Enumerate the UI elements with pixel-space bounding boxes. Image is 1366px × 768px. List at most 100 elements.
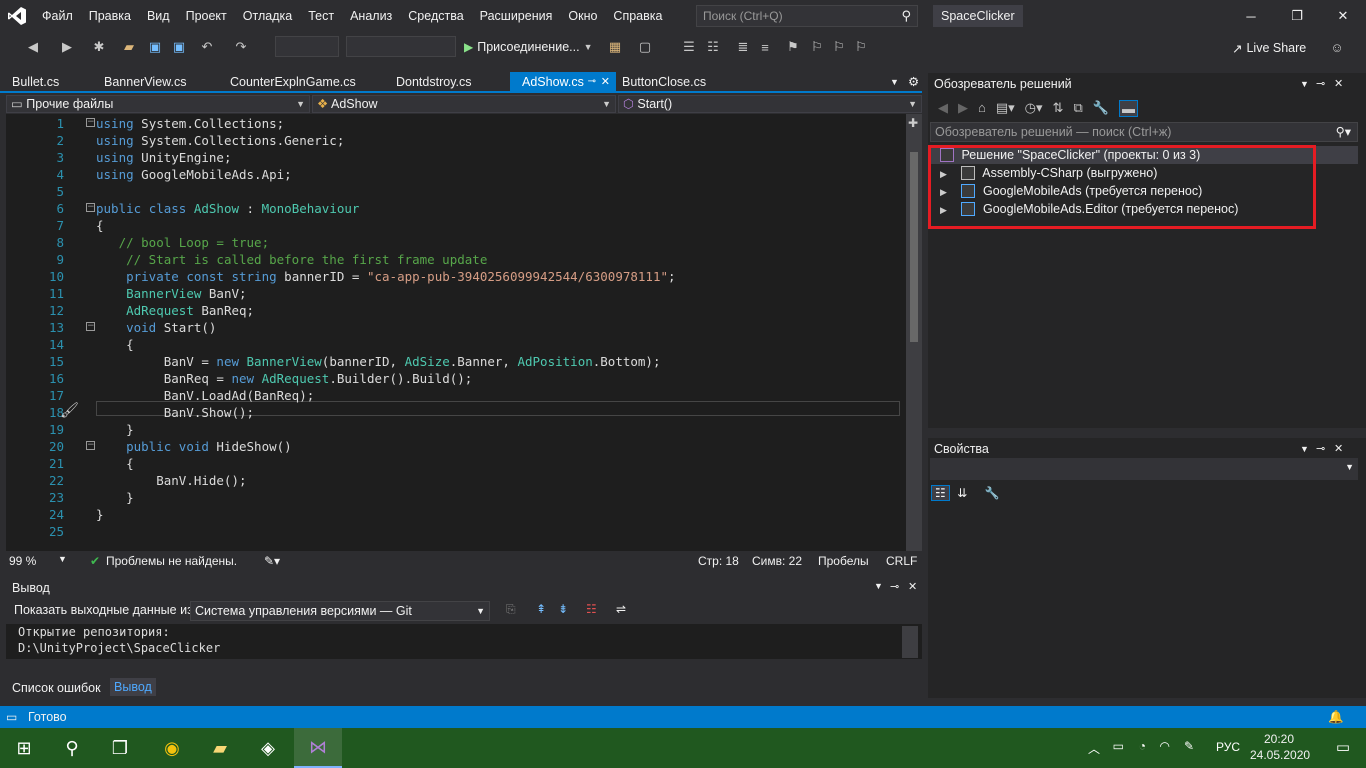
- visual-studio-logo-icon[interactable]: [0, 0, 34, 32]
- code-line[interactable]: 7{: [6, 217, 906, 234]
- code-line[interactable]: 8 // bool Loop = true;: [6, 234, 906, 251]
- file-explorer-icon[interactable]: ▰: [196, 728, 244, 768]
- code-line[interactable]: 22 BanV.Hide();: [6, 472, 906, 489]
- feedback-icon[interactable]: ☺: [1328, 38, 1346, 56]
- screenshot-icon[interactable]: ▢: [636, 38, 654, 56]
- open-folder-icon[interactable]: ▰: [120, 38, 138, 56]
- code-line[interactable]: 25: [6, 523, 906, 540]
- pin-icon[interactable]: ⊸: [588, 72, 596, 92]
- code-line[interactable]: 23 }: [6, 489, 906, 506]
- output-scrollbar[interactable]: [902, 626, 918, 658]
- platform-combo[interactable]: [346, 36, 456, 57]
- clear-all-icon[interactable]: ☷: [586, 602, 597, 616]
- menu-analyze[interactable]: Анализ: [342, 0, 400, 32]
- forward-icon[interactable]: ▶: [958, 100, 968, 117]
- task-view-icon[interactable]: ❐: [96, 728, 144, 768]
- split-icon[interactable]: ✚: [908, 116, 918, 130]
- minimize-icon[interactable]: ─: [1228, 0, 1274, 32]
- pending-changes-icon[interactable]: ◷▾: [1025, 100, 1043, 117]
- attach-button[interactable]: ▶ Присоединение... ▼: [464, 37, 592, 57]
- menu-window[interactable]: Окно: [560, 0, 605, 32]
- prev-bookmark-icon[interactable]: ⚐: [808, 38, 826, 56]
- code-line[interactable]: 24}: [6, 506, 906, 523]
- fold-toggle-icon[interactable]: −: [86, 118, 95, 127]
- bookmark-icon[interactable]: ⚑: [784, 38, 802, 56]
- quick-actions-brush-icon[interactable]: 🖌: [60, 401, 79, 419]
- back-icon[interactable]: ◀: [938, 100, 948, 117]
- next-message-icon[interactable]: ⇟: [558, 602, 568, 616]
- tab-counterexplngame[interactable]: CounterExplnGame.cs: [218, 72, 384, 92]
- menu-debug[interactable]: Отладка: [235, 0, 300, 32]
- code-line[interactable]: 15 BanV = new BannerView(bannerID, AdSiz…: [6, 353, 906, 370]
- fold-toggle-icon[interactable]: −: [86, 203, 95, 212]
- whitespace-mode[interactable]: Пробелы: [818, 554, 869, 568]
- redo-icon[interactable]: ↷: [232, 38, 250, 56]
- fold-toggle-icon[interactable]: −: [86, 441, 95, 450]
- line-endings[interactable]: CRLF: [886, 554, 917, 568]
- tab-bullet[interactable]: Bullet.cs: [0, 72, 92, 92]
- wifi-icon[interactable]: ◠: [1160, 739, 1170, 753]
- indent-icon[interactable]: ☰: [680, 38, 698, 56]
- toolbox-icon[interactable]: ▦: [606, 38, 624, 56]
- code-line[interactable]: 4 using GoogleMobileAds.Api;: [6, 166, 906, 183]
- code-line[interactable]: 12 AdRequest BanReq;: [6, 302, 906, 319]
- language-indicator[interactable]: РУС: [1216, 740, 1240, 754]
- close-icon[interactable]: ✕: [908, 580, 917, 593]
- collapse-all-icon[interactable]: ⧉: [1073, 100, 1082, 117]
- properties-object-select[interactable]: ▼: [930, 458, 1358, 480]
- code-line[interactable]: 19 }: [6, 421, 906, 438]
- tab-dontdstroy[interactable]: Dontdstroy.cs: [384, 72, 510, 92]
- pin-icon[interactable]: ⊸: [1316, 442, 1325, 455]
- find-message-icon[interactable]: ⎘: [506, 602, 516, 617]
- chevron-right-icon[interactable]: ▶: [940, 165, 950, 183]
- solution-root-row[interactable]: Решение "SpaceClicker" (проекты: 0 из 3): [928, 146, 1358, 164]
- code-line[interactable]: 11 BannerView BanV;: [6, 285, 906, 302]
- chevron-down-icon[interactable]: ▼: [1300, 444, 1309, 454]
- alphabetical-icon[interactable]: ⇊: [957, 486, 967, 500]
- output-source-select[interactable]: Система управления версиями — Git ▼: [190, 601, 490, 621]
- menu-file[interactable]: Файл: [34, 0, 81, 32]
- code-line[interactable]: 6 − public class AdShow : MonoBehaviour: [6, 200, 906, 217]
- member-combo[interactable]: ⬡ Start() ▼: [618, 95, 922, 113]
- notifications-icon[interactable]: 🔔: [1328, 706, 1344, 728]
- save-icon[interactable]: ▣: [146, 38, 164, 56]
- maximize-icon[interactable]: ❐: [1274, 0, 1320, 32]
- fold-toggle-icon[interactable]: −: [86, 322, 95, 331]
- outdent-icon[interactable]: ☷: [704, 38, 722, 56]
- volume-icon[interactable]: ◔: [1139, 739, 1146, 753]
- configuration-combo[interactable]: [275, 36, 339, 57]
- close-icon[interactable]: ✕: [1334, 442, 1343, 455]
- visual-studio-taskbar-icon[interactable]: ⋈: [294, 728, 342, 768]
- code-line[interactable]: 5: [6, 183, 906, 200]
- project-combo[interactable]: ▭ Прочие файлы ▼: [6, 95, 310, 113]
- word-wrap-icon[interactable]: ⇌: [616, 602, 626, 616]
- code-editor[interactable]: 1− using System.Collections; 2 using System…: [6, 114, 922, 551]
- code-line[interactable]: 2 using System.Collections.Generic;: [6, 132, 906, 149]
- preview-selected-icon[interactable]: ▬: [1118, 100, 1138, 117]
- network-icon[interactable]: ▭: [1113, 739, 1124, 753]
- search-icon[interactable]: ⚲: [48, 728, 96, 768]
- switch-views-icon[interactable]: ▤▾: [996, 100, 1015, 117]
- menu-help[interactable]: Справка: [605, 0, 670, 32]
- chevron-up-icon[interactable]: ︿: [1088, 740, 1100, 757]
- menu-test[interactable]: Тест: [300, 0, 342, 32]
- tab-buttonclose[interactable]: ButtonClose.cs: [612, 72, 752, 92]
- property-pages-icon[interactable]: 🔧: [985, 486, 1000, 500]
- settings-icon[interactable]: ⚙: [908, 72, 924, 92]
- zoom-level[interactable]: 99 %: [9, 554, 36, 568]
- code-line[interactable]: 13 − void Start(): [6, 319, 906, 336]
- scroll-thumb[interactable]: [910, 152, 918, 342]
- code-line[interactable]: 20 − public void HideShow(): [6, 438, 906, 455]
- class-combo[interactable]: ❖ AdShow ▼: [312, 95, 616, 113]
- quick-search-input[interactable]: Поиск (Ctrl+Q) ⚲: [696, 5, 918, 27]
- live-share-button[interactable]: ↗ Live Share: [1232, 38, 1306, 58]
- problems-status[interactable]: Проблемы не найдены.: [106, 554, 237, 568]
- project-row-assembly-csharp[interactable]: ▶ Assembly-CSharp (выгружено): [940, 164, 1157, 182]
- menu-edit[interactable]: Правка: [81, 0, 139, 32]
- pin-icon[interactable]: ⊸: [1316, 73, 1325, 95]
- code-line[interactable]: 17 BanV.LoadAd(BanReq);: [6, 387, 906, 404]
- tab-list-dropdown-icon[interactable]: ▼: [890, 72, 906, 92]
- menu-tools[interactable]: Средства: [400, 0, 471, 32]
- chevron-down-icon[interactable]: ▼: [58, 554, 67, 564]
- menu-extensions[interactable]: Расширения: [472, 0, 561, 32]
